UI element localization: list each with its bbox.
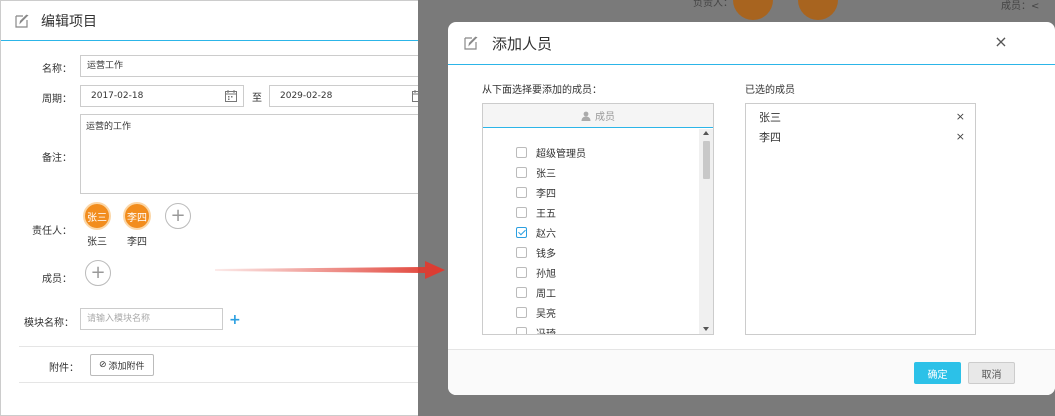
scroll-up-icon[interactable] (703, 131, 709, 135)
calendar-icon[interactable] (225, 90, 237, 102)
member-list-box: 成员 超级管理员张三李四王五赵六钱多孙旭周工吴亮冯琦 (482, 103, 714, 335)
member-name: 李四 (536, 188, 556, 200)
add-member-button[interactable]: + (85, 260, 111, 286)
paperclip-icon: ⊘ (99, 360, 107, 370)
member-list-header: 成员 (483, 104, 713, 128)
owner-label: 责任人： (32, 226, 72, 237)
list-item[interactable]: 周工 (483, 282, 699, 302)
member-list: 超级管理员张三李四王五赵六钱多孙旭周工吴亮冯琦 (483, 142, 699, 335)
checkbox[interactable] (516, 206, 527, 218)
member-name: 吴亮 (536, 308, 556, 320)
list-item[interactable]: 吴亮 (483, 302, 699, 322)
note-label: 备注： (42, 153, 72, 164)
period-label: 周期： (42, 94, 72, 105)
to-label: 至 (252, 93, 262, 104)
checkbox[interactable] (516, 326, 527, 334)
remove-icon[interactable]: × (956, 130, 965, 143)
checkbox[interactable] (516, 306, 527, 318)
add-attachment-button[interactable]: ⊘ 添加附件 (90, 354, 154, 376)
attach-label: 附件： (49, 363, 79, 374)
member-name: 张三 (536, 168, 556, 180)
selected-member-name: 张三 (759, 111, 781, 124)
selected-list: 张三 × 李四 × (746, 107, 975, 147)
backdrop-member-text: 成员：< (1001, 1, 1040, 12)
module-label: 模块名称： (24, 318, 74, 329)
dialog-title: 添加人员 (492, 34, 553, 53)
red-arrow (215, 258, 445, 282)
edit-icon (15, 14, 29, 28)
scroll-down-icon[interactable] (703, 327, 709, 331)
list-item[interactable]: 超级管理员 (483, 142, 699, 162)
add-member-dialog: 添加人员 × 从下面选择要添加的成员： 已选的成员 成员 超级管理员 张三 李四 王五… (448, 22, 1055, 395)
member-header-label: 成员 (595, 112, 615, 123)
add-attachment-label: 添加附件 (108, 361, 145, 372)
list-item: 张三 × (746, 107, 975, 127)
member-name: 周工 (536, 288, 556, 300)
edit-icon (464, 36, 478, 50)
name-label: 名称： (42, 64, 72, 75)
add-module-button[interactable]: + (229, 312, 241, 328)
selected-members-label: 已选的成员 (745, 85, 795, 96)
user-icon (581, 111, 591, 121)
member-name: 超级管理员 (536, 148, 586, 160)
confirm-button[interactable]: 确定 (914, 362, 961, 384)
close-icon[interactable]: × (993, 34, 1009, 50)
note-textarea[interactable]: 运营的工作 (80, 114, 418, 194)
list-item: 李四 × (746, 127, 975, 147)
checkbox[interactable] (516, 186, 527, 198)
backdrop-avatar (798, 0, 838, 20)
members-label: 成员： (42, 274, 72, 285)
member-name: 孙旭 (536, 268, 556, 280)
selected-list-box: 张三 × 李四 × (745, 103, 976, 335)
dialog-footer: 确定 取消 (448, 349, 1055, 395)
backdrop-owner-text: 负责人： (693, 0, 733, 9)
list-item[interactable]: 孙旭 (483, 262, 699, 282)
edit-project-panel: 编辑项目 名称： 运营工作 周期： 2017-02-18 至 2029-02-2… (0, 0, 418, 416)
checkbox[interactable] (516, 146, 527, 158)
list-item[interactable]: 冯琦 (483, 322, 699, 335)
panel-header: 编辑项目 (1, 1, 418, 41)
remove-icon[interactable]: × (956, 110, 965, 123)
avatar[interactable]: 李四 (123, 202, 151, 230)
selected-member-name: 李四 (759, 131, 781, 144)
cancel-button[interactable]: 取消 (968, 362, 1015, 384)
checkbox[interactable] (516, 266, 527, 278)
checkbox-checked[interactable] (516, 226, 527, 238)
end-date-input[interactable]: 2029-02-28 (269, 85, 418, 107)
dialog-header: 添加人员 × (448, 22, 1055, 65)
member-name: 赵六 (536, 228, 556, 240)
scroll-thumb[interactable] (703, 141, 710, 179)
add-owner-button[interactable]: + (165, 203, 191, 229)
checkbox[interactable] (516, 166, 527, 178)
checkbox[interactable] (516, 246, 527, 258)
list-item[interactable]: 张三 (483, 162, 699, 182)
select-members-label: 从下面选择要添加的成员： (482, 85, 602, 96)
owner-name: 李四 (127, 237, 147, 248)
list-item[interactable]: 钱多 (483, 242, 699, 262)
member-name: 冯琦 (536, 328, 556, 335)
name-input[interactable]: 运营工作 (80, 55, 418, 77)
start-date-input[interactable]: 2017-02-18 (80, 85, 244, 107)
divider (19, 346, 418, 347)
module-name-input[interactable]: 请输入模块名称 (80, 308, 223, 330)
member-name: 王五 (536, 208, 556, 220)
panel-title: 编辑项目 (41, 13, 97, 30)
owner-name: 张三 (87, 237, 107, 248)
list-item[interactable]: 王五 (483, 202, 699, 222)
avatar[interactable]: 张三 (83, 202, 111, 230)
member-name: 钱多 (536, 248, 556, 260)
backdrop-avatar (733, 0, 773, 20)
list-item[interactable]: 李四 (483, 182, 699, 202)
member-list-scrollbar[interactable] (699, 129, 713, 334)
checkbox[interactable] (516, 286, 527, 298)
divider (19, 382, 418, 383)
list-item[interactable]: 赵六 (483, 222, 699, 242)
